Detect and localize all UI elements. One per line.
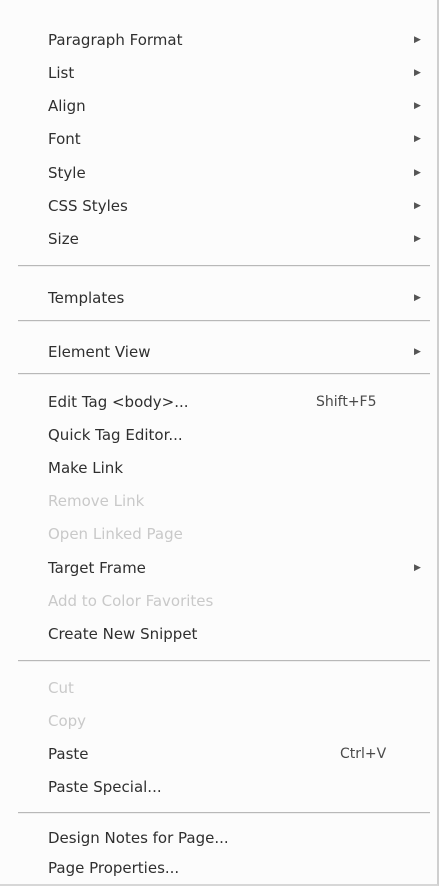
menu-item-style[interactable]: Style ▶ (0, 157, 430, 189)
menu-item-label: Page Properties... (48, 859, 180, 877)
menu-item-copy: Copy (0, 705, 430, 737)
context-menu: Paragraph Format ▶ List ▶ Align ▶ Font ▶… (0, 0, 439, 886)
menu-separator (18, 265, 430, 267)
menu-item-design-notes[interactable]: Design Notes for Page... (0, 822, 430, 854)
menu-item-label: Quick Tag Editor... (48, 426, 183, 444)
menu-item-paste[interactable]: Paste Ctrl+V (0, 738, 430, 770)
menu-item-css-styles[interactable]: CSS Styles ▶ (0, 190, 430, 222)
menu-item-make-link[interactable]: Make Link (0, 452, 430, 484)
menu-separator (18, 812, 430, 814)
menu-item-paragraph-format[interactable]: Paragraph Format ▶ (0, 24, 430, 56)
menu-item-label: Style (48, 164, 86, 182)
menu-item-quick-tag-editor[interactable]: Quick Tag Editor... (0, 419, 430, 451)
menu-item-label: Paste (48, 745, 89, 763)
menu-separator (18, 660, 430, 662)
menu-item-add-to-color-favorites: Add to Color Favorites (0, 585, 430, 617)
menu-item-label: Remove Link (48, 492, 145, 510)
menu-item-label: Align (48, 97, 86, 115)
menu-item-create-new-snippet[interactable]: Create New Snippet (0, 618, 430, 650)
menu-item-label: Cut (48, 679, 74, 697)
menu-item-shortcut: Shift+F5 (316, 394, 377, 410)
menu-item-element-view[interactable]: Element View ▶ (0, 336, 430, 368)
menu-separator (18, 373, 430, 375)
menu-item-label: Edit Tag <body>... (48, 393, 189, 411)
menu-item-label: Templates (48, 289, 125, 307)
menu-item-paste-special[interactable]: Paste Special... (0, 771, 430, 803)
submenu-arrow-icon: ▶ (414, 201, 421, 211)
menu-item-label: CSS Styles (48, 197, 128, 215)
menu-item-open-linked-page: Open Linked Page (0, 518, 430, 550)
menu-item-label: Target Frame (48, 559, 146, 577)
submenu-arrow-icon: ▶ (414, 168, 421, 178)
menu-item-label: Font (48, 130, 81, 148)
menu-item-align[interactable]: Align ▶ (0, 90, 430, 122)
menu-item-label: Open Linked Page (48, 525, 183, 543)
submenu-arrow-icon: ▶ (414, 347, 421, 357)
submenu-arrow-icon: ▶ (414, 68, 421, 78)
menu-item-label: Element View (48, 343, 151, 361)
menu-item-page-properties[interactable]: Page Properties... (0, 852, 430, 884)
menu-item-label: Paste Special... (48, 778, 162, 796)
menu-item-shortcut: Ctrl+V (340, 746, 387, 762)
menu-item-edit-tag[interactable]: Edit Tag <body>... Shift+F5 (0, 386, 430, 418)
menu-item-label: Paragraph Format (48, 31, 183, 49)
submenu-arrow-icon: ▶ (414, 563, 421, 573)
submenu-arrow-icon: ▶ (414, 293, 421, 303)
menu-item-label: Add to Color Favorites (48, 592, 214, 610)
menu-separator (18, 320, 430, 322)
menu-item-target-frame[interactable]: Target Frame ▶ (0, 552, 430, 584)
menu-item-list[interactable]: List ▶ (0, 57, 430, 89)
menu-item-font[interactable]: Font ▶ (0, 123, 430, 155)
menu-item-label: Copy (48, 712, 87, 730)
submenu-arrow-icon: ▶ (414, 134, 421, 144)
submenu-arrow-icon: ▶ (414, 234, 421, 244)
submenu-arrow-icon: ▶ (414, 35, 421, 45)
menu-item-label: Size (48, 230, 79, 248)
menu-item-cut: Cut (0, 672, 430, 704)
submenu-arrow-icon: ▶ (414, 101, 421, 111)
menu-item-label: List (48, 64, 75, 82)
menu-item-label: Create New Snippet (48, 625, 198, 643)
menu-item-templates[interactable]: Templates ▶ (0, 282, 430, 314)
menu-item-label: Design Notes for Page... (48, 829, 229, 847)
menu-item-size[interactable]: Size ▶ (0, 223, 430, 255)
menu-item-remove-link: Remove Link (0, 485, 430, 517)
menu-item-label: Make Link (48, 459, 123, 477)
